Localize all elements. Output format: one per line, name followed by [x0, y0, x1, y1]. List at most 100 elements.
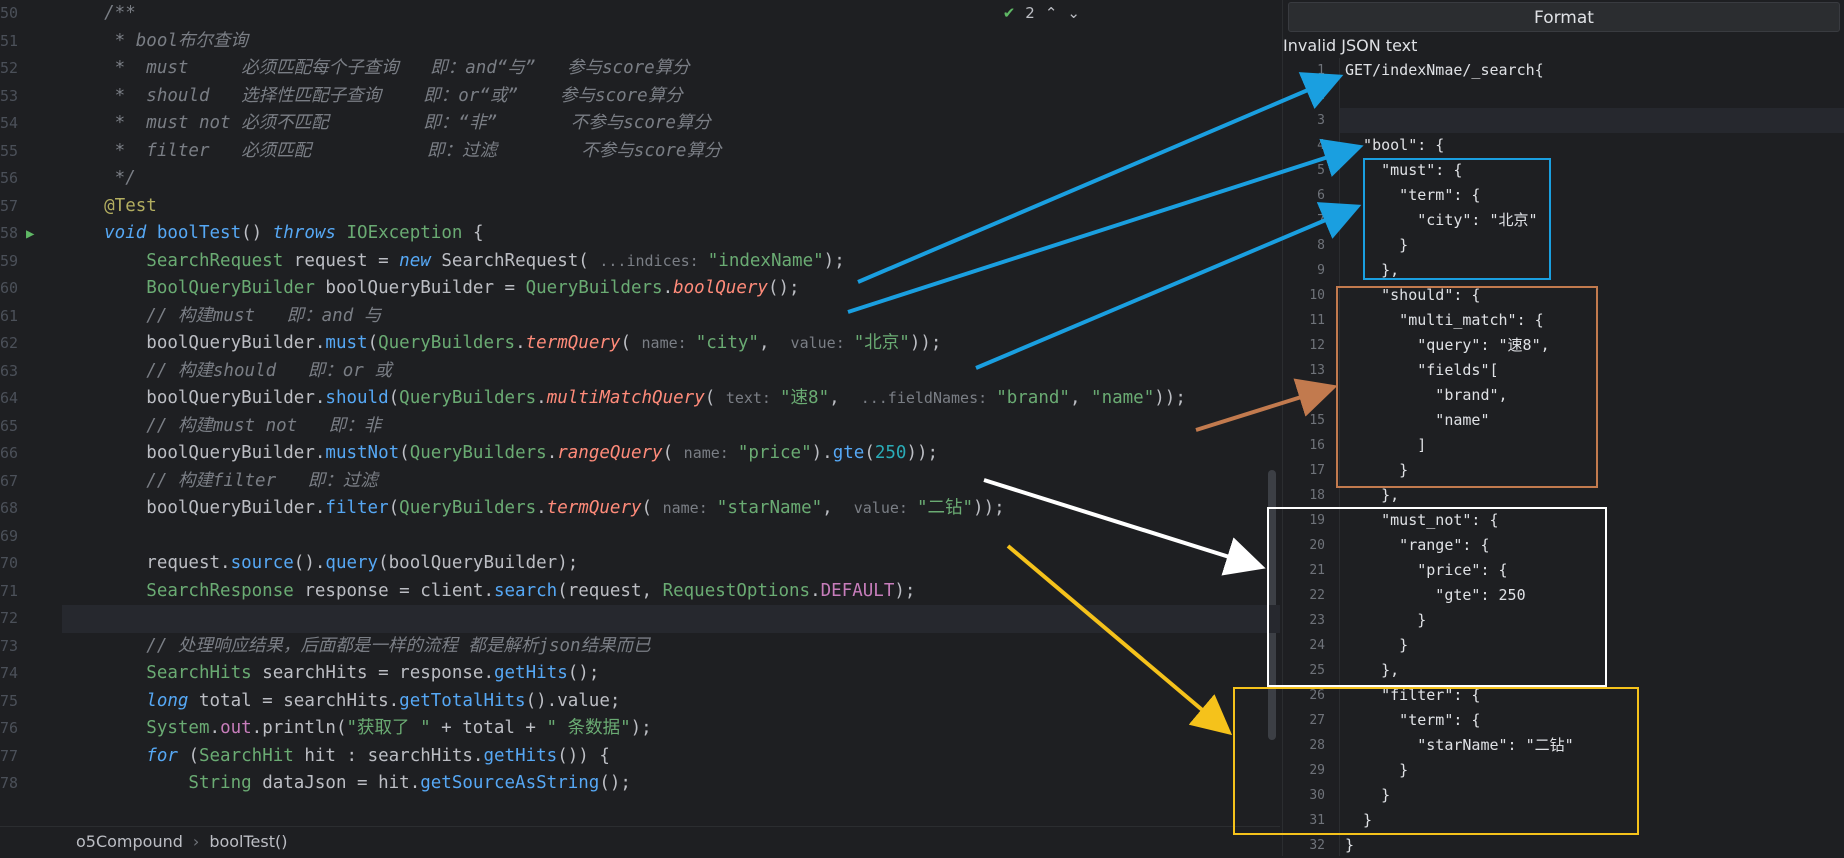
code-token: getSourceAsString [420, 773, 600, 793]
json-line[interactable]: "must_not": { [1345, 508, 1844, 533]
json-line[interactable]: "starName": "二钻" [1345, 733, 1844, 758]
code-token: termQuery [525, 333, 621, 353]
breadcrumb-class[interactable]: o5Compound [76, 832, 183, 851]
code-token: boolTest [156, 223, 242, 243]
json-line[interactable]: "filter": { [1345, 683, 1844, 708]
code-token: . [546, 443, 558, 463]
format-button[interactable]: Format [1288, 2, 1840, 32]
code-line[interactable]: * must 必须匹配每个子查询 即：and“与” 参与score算分 [62, 55, 1280, 83]
code-line[interactable]: String dataJson = hit.getSourceAsString(… [62, 770, 1280, 798]
code-line[interactable]: BoolQueryBuilder boolQueryBuilder = Quer… [62, 275, 1280, 303]
code-token: getHits [483, 745, 558, 766]
json-line[interactable]: "multi_match": { [1345, 308, 1844, 333]
code-token: multiMatchQuery [546, 388, 705, 408]
code-line[interactable]: boolQueryBuilder.should(QueryBuilders.mu… [62, 385, 1280, 413]
json-line[interactable]: "must": { [1345, 158, 1844, 183]
code-token: QueryBuilders [525, 278, 663, 298]
code-line[interactable]: * filter 必须匹配 即：过滤 不参与score算分 [62, 138, 1280, 166]
json-line-number: 13 [1309, 363, 1325, 378]
code-line[interactable]: @Test [62, 193, 1280, 221]
code-token: * bool布尔查询 [62, 30, 248, 51]
run-test-icon[interactable]: ▶ [26, 227, 40, 241]
code-token: "brand" [996, 388, 1070, 408]
code-line[interactable]: // 构建should 即：or 或 [62, 358, 1280, 386]
code-line[interactable]: // 构建filter 即：过滤 [62, 468, 1280, 496]
code-token: total = searchHits. [198, 690, 400, 711]
code-token: BoolQueryBuilder [62, 278, 315, 298]
code-line[interactable]: */ [62, 165, 1280, 193]
code-line[interactable]: SearchHits searchHits = response.getHits… [62, 660, 1280, 688]
code-line[interactable]: * should 选择性匹配子查询 即：or“或” 参与score算分 [62, 83, 1280, 111]
json-line[interactable]: } [1345, 608, 1844, 633]
json-line-number: 2 [1317, 88, 1325, 103]
json-line-number: 30 [1309, 788, 1325, 803]
code-line[interactable]: // 处理响应结果，后面都是一样的流程 都是解析json结果而已 [62, 633, 1280, 661]
code-token: "北京" [853, 333, 910, 353]
code-line[interactable]: System.out.println("获取了 " + total + " 条数… [62, 715, 1280, 743]
code-line[interactable]: * bool布尔查询 [62, 28, 1280, 56]
json-line[interactable]: "gte": 250 [1345, 583, 1844, 608]
json-line[interactable]: "term": { [1345, 708, 1844, 733]
code-line[interactable]: // 构建must 即：and 与 [62, 303, 1280, 331]
json-line[interactable]: } [1345, 233, 1844, 258]
code-editor[interactable]: ✔ 2 ⌃ ⌄ 50 /** 51 * bool布尔查询 52 * must 必须匹… [0, 0, 1280, 826]
code-line[interactable] [62, 523, 1280, 551]
json-line[interactable]: }, [1345, 258, 1844, 283]
json-line[interactable]: } [1345, 808, 1844, 833]
code-line[interactable]: boolQueryBuilder.mustNot(QueryBuilders.r… [62, 440, 1280, 468]
code-token: query [325, 553, 379, 573]
json-line[interactable]: "query": "速8", [1345, 333, 1844, 358]
json-line[interactable]: } [1345, 833, 1844, 858]
json-line[interactable]: "range": { [1345, 533, 1844, 558]
code-token: ); [894, 580, 916, 601]
json-line[interactable]: ] [1345, 433, 1844, 458]
code-line[interactable] [62, 605, 1280, 633]
code-token: . [662, 278, 674, 298]
json-line[interactable]: } [1345, 783, 1844, 808]
code-line[interactable]: // 构建must not 即：非 [62, 413, 1280, 441]
code-line[interactable]: SearchResponse response = client.search(… [62, 578, 1280, 606]
json-line[interactable]: }, [1345, 483, 1844, 508]
code-line[interactable]: SearchRequest request = new SearchReques… [62, 248, 1280, 276]
json-line[interactable] [1345, 83, 1844, 108]
json-status: Invalid JSON text [1283, 36, 1418, 55]
code-token: System [62, 718, 210, 738]
json-line[interactable]: }, [1345, 658, 1844, 683]
code-token: RequestOptions [662, 580, 811, 601]
json-line[interactable]: "city": "北京" [1345, 208, 1844, 233]
code-token: request = [283, 250, 400, 271]
json-line[interactable]: "name" [1345, 408, 1844, 433]
code-token: ( [641, 498, 663, 518]
json-line-number: 32 [1309, 838, 1325, 853]
json-line[interactable] [1340, 108, 1844, 133]
json-line[interactable]: "bool": { [1345, 133, 1844, 158]
line-number: 54 [0, 114, 19, 132]
json-line[interactable]: "brand", [1345, 383, 1844, 408]
json-line[interactable]: "term": { [1345, 183, 1844, 208]
code-line[interactable]: for (SearchHit hit : searchHits.getHits(… [62, 743, 1280, 771]
json-line[interactable]: GET/indexNmae/_search{ [1345, 58, 1844, 83]
code-line[interactable]: boolQueryBuilder.must(QueryBuilders.term… [62, 330, 1280, 358]
code-line[interactable]: long total = searchHits.getTotalHits().v… [62, 688, 1280, 716]
code-line[interactable]: void boolTest() throws IOException { [62, 220, 1280, 248]
json-line[interactable]: } [1345, 633, 1844, 658]
code-token: name: [683, 444, 738, 462]
json-line[interactable]: } [1345, 458, 1844, 483]
line-number: 73 [0, 636, 19, 655]
json-line[interactable]: } [1345, 758, 1844, 783]
line-number: 57 [0, 196, 19, 215]
code-line[interactable]: boolQueryBuilder.filter(QueryBuilders.te… [62, 495, 1280, 523]
code-token: ); [630, 718, 652, 738]
code-token: name: [662, 499, 717, 517]
code-line[interactable]: request.source().query(boolQueryBuilder)… [62, 550, 1280, 578]
breadcrumb-method[interactable]: boolTest() [209, 832, 287, 851]
code-token: "获取了 " [346, 718, 431, 738]
json-line-number: 12 [1309, 338, 1325, 353]
code-token: rangeQuery [557, 443, 663, 463]
line-number: 60 [0, 279, 19, 297]
code-line[interactable]: * must not 必须不匹配 即：“非” 不参与score算分 [62, 110, 1280, 138]
json-line[interactable]: "price": { [1345, 558, 1844, 583]
json-line[interactable]: "fields"[ [1345, 358, 1844, 383]
json-line[interactable]: "should": { [1345, 283, 1844, 308]
code-line[interactable]: /** [62, 0, 1280, 28]
